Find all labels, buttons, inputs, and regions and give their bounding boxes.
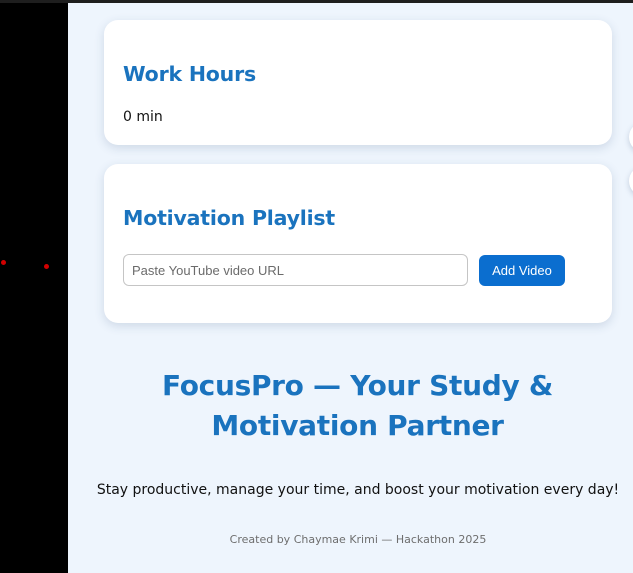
side-tab-button[interactable] <box>629 166 633 196</box>
playlist-title: Motivation Playlist <box>123 206 336 230</box>
app-page: Work Hours 0 min Motivation Playlist Add… <box>68 3 633 573</box>
red-dot-marker <box>1 260 6 265</box>
footer-credit: Created by Chaymae Krimi — Hackathon 202… <box>229 533 487 546</box>
hero-tagline: Stay productive, manage your time, and b… <box>96 482 620 498</box>
motivation-playlist-card: Motivation Playlist Add Video <box>104 164 612 323</box>
add-video-button[interactable]: Add Video <box>479 255 565 286</box>
red-dot-marker <box>44 264 49 269</box>
youtube-url-input[interactable] <box>123 254 468 286</box>
work-hours-title: Work Hours <box>123 62 256 86</box>
side-tab-button[interactable] <box>629 122 633 152</box>
work-hours-value: 0 min <box>123 109 163 125</box>
hero-title: FocusPro — Your Study & Motivation Partn… <box>162 369 553 442</box>
work-hours-card: Work Hours 0 min <box>104 20 612 145</box>
